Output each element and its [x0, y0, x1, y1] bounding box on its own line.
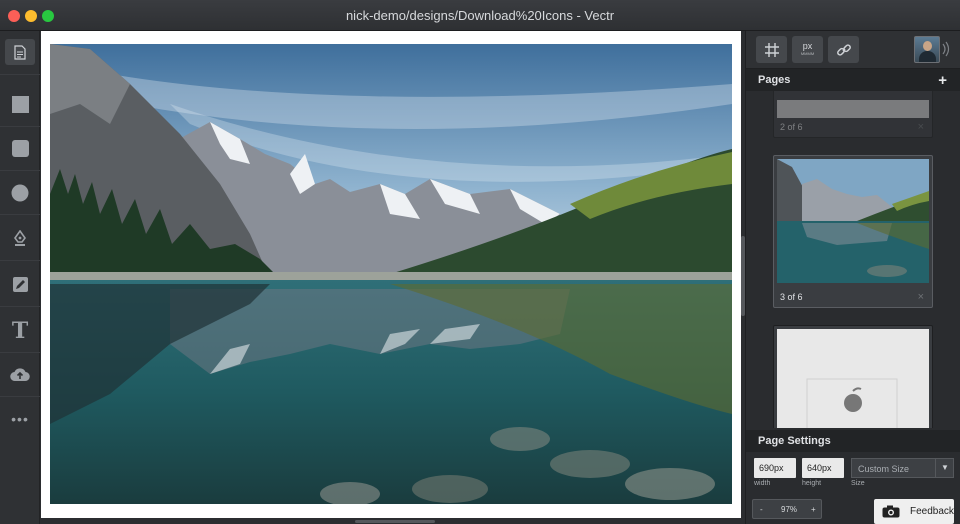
- square-icon: [11, 96, 29, 113]
- page-card-label: [774, 424, 932, 428]
- zoom-level: 97%: [781, 505, 798, 514]
- page-settings-header: Page Settings: [746, 430, 960, 452]
- zoom-out-button[interactable]: -: [760, 505, 763, 514]
- page-thumbnail: [777, 329, 929, 428]
- rounded-square-icon: [11, 140, 29, 157]
- cloud-upload-icon: [10, 368, 30, 382]
- user-avatar[interactable]: [914, 36, 940, 63]
- upload-tool[interactable]: [0, 353, 40, 397]
- thumbnail-landscape-image: [777, 159, 929, 283]
- feedback-button[interactable]: Feedback: [874, 499, 954, 524]
- document-icon: [5, 39, 35, 65]
- camera-icon: [882, 505, 900, 518]
- page-card-label: 3 of 6: [780, 292, 803, 302]
- page-card-label: 2 of 6: [780, 122, 803, 132]
- text-t-icon: T: [11, 317, 29, 344]
- ellipse-tool[interactable]: [0, 171, 40, 215]
- signal-icon[interactable]: [942, 41, 950, 60]
- link-icon: [836, 43, 851, 56]
- more-dots-icon: •••: [11, 411, 29, 427]
- thumbnail-apple-icon: [806, 378, 898, 428]
- page-tool[interactable]: [0, 31, 40, 75]
- page-size-value: Custom Size: [858, 464, 910, 474]
- horizontal-scrollbar[interactable]: [355, 520, 435, 523]
- text-tool[interactable]: T: [0, 309, 40, 353]
- pen-nib-icon: [14, 229, 26, 246]
- canvas-area[interactable]: [40, 31, 745, 524]
- pencil-icon: [12, 277, 28, 292]
- page-thumbnail-card[interactable]: 2 of 6 ×: [773, 91, 933, 138]
- circle-icon: [11, 184, 29, 201]
- px-sublabel: MMMM: [800, 51, 815, 56]
- title-bar: nick-demo/designs/Download%20Icons - Vec…: [0, 0, 960, 31]
- rounded-rectangle-tool[interactable]: [0, 127, 40, 171]
- artboard[interactable]: [41, 31, 741, 518]
- zoom-control: - 97% +: [752, 499, 822, 519]
- page-thumbnail: [777, 159, 929, 283]
- page-size-select[interactable]: Custom Size ▼: [851, 458, 954, 478]
- right-panel: px MMMM Pages + 2 of 6 × 3 of 6 × Page S…: [745, 31, 960, 524]
- page-size-label: Size: [851, 480, 865, 487]
- px-label: px: [802, 41, 813, 51]
- delete-page-icon[interactable]: ×: [918, 291, 924, 303]
- lake-mountain-photo[interactable]: [50, 44, 732, 504]
- window-title: nick-demo/designs/Download%20Icons - Vec…: [345, 8, 615, 23]
- pixel-units-button[interactable]: px MMMM: [792, 36, 823, 63]
- feedback-label: Feedback: [910, 506, 954, 517]
- right-toolbar: px MMMM: [746, 31, 960, 69]
- pencil-tool[interactable]: [0, 263, 40, 307]
- delete-page-icon[interactable]: ×: [918, 121, 924, 133]
- landscape-image: [50, 44, 732, 504]
- add-page-button[interactable]: +: [938, 72, 947, 89]
- pages-header: Pages +: [746, 69, 960, 91]
- chevron-down-icon: ▼: [935, 459, 953, 477]
- pages-title: Pages: [758, 74, 791, 86]
- grid-icon: [764, 42, 779, 57]
- page-width-label: width: [754, 480, 771, 487]
- pages-list[interactable]: 2 of 6 × 3 of 6 ×: [746, 91, 960, 428]
- avatar-body: [919, 51, 936, 62]
- page-width-input[interactable]: 690px: [754, 458, 796, 478]
- page-thumbnail: [777, 100, 929, 118]
- more-tool[interactable]: •••: [0, 397, 40, 441]
- left-toolbar: T •••: [0, 31, 40, 524]
- page-thumbnail-card[interactable]: [773, 325, 933, 428]
- page-thumbnail-card-selected[interactable]: 3 of 6 ×: [773, 155, 933, 308]
- page-height-label: height: [802, 480, 822, 487]
- rectangle-tool[interactable]: [0, 83, 40, 127]
- share-link-button[interactable]: [828, 36, 859, 63]
- grid-button[interactable]: [756, 36, 787, 63]
- page-height-input[interactable]: 640px: [802, 458, 844, 478]
- avatar-head: [923, 41, 932, 51]
- pen-tool[interactable]: [0, 217, 40, 261]
- zoom-in-button[interactable]: +: [811, 505, 816, 514]
